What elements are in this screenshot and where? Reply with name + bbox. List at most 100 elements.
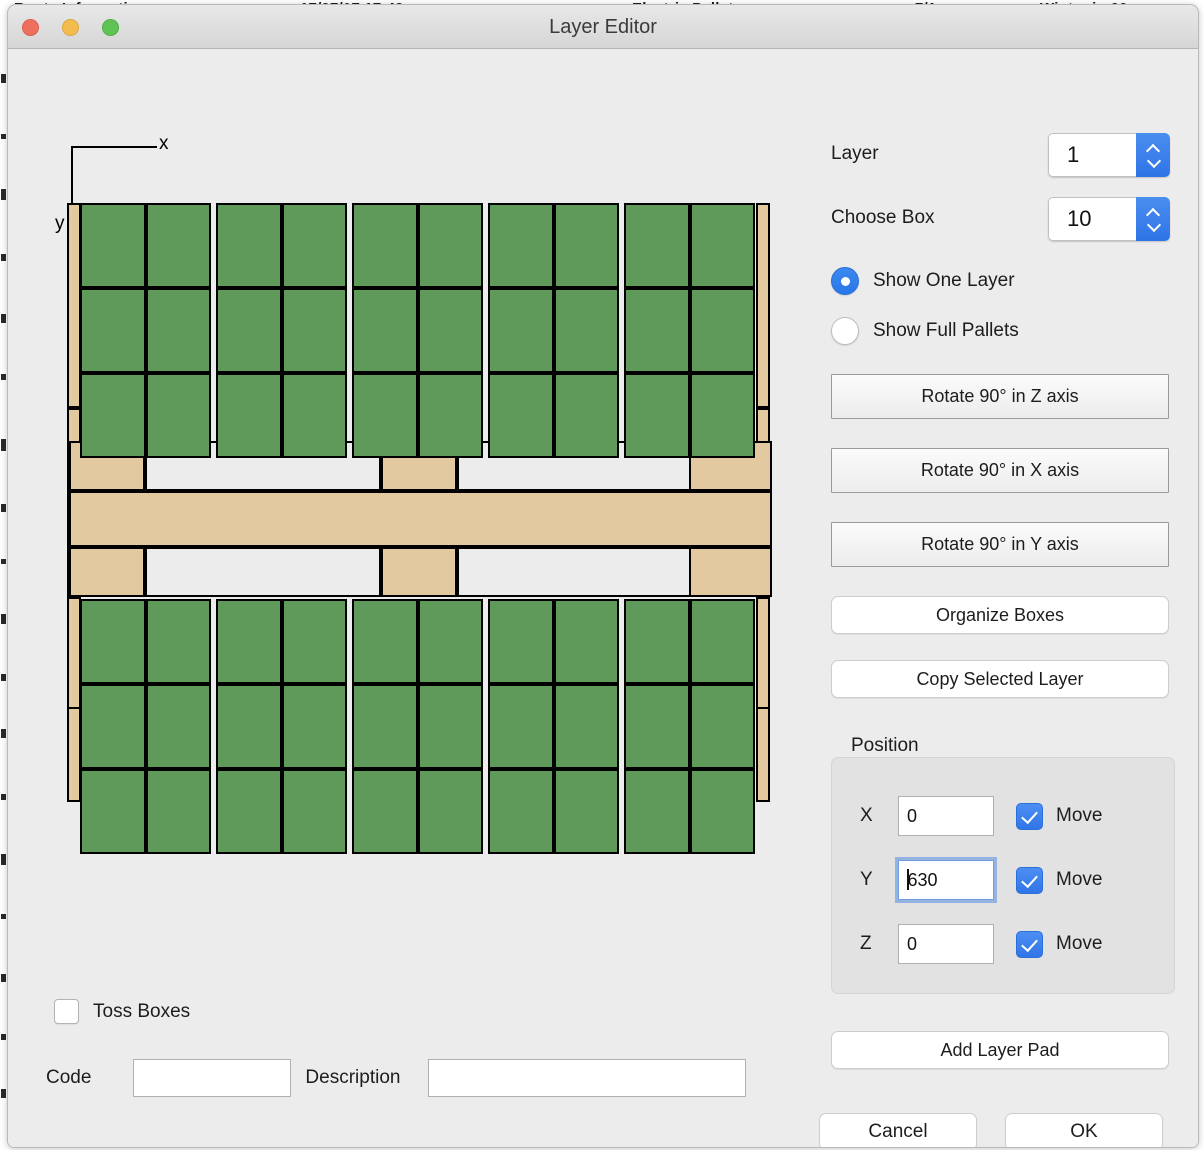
pallet-box[interactable] (216, 373, 282, 458)
position-z-input[interactable]: 0 (898, 924, 994, 964)
pallet-box[interactable] (689, 684, 755, 769)
pallet-box[interactable] (281, 684, 347, 769)
choose-box-stepper[interactable]: 10 (1048, 197, 1170, 241)
choose-box-value[interactable]: 10 (1048, 197, 1136, 241)
pallet-box[interactable] (624, 599, 690, 684)
pallet-box[interactable] (281, 769, 347, 854)
pallet-box[interactable] (553, 203, 619, 288)
pallet-box[interactable] (689, 288, 755, 373)
pallet-box[interactable] (553, 769, 619, 854)
position-y-input[interactable]: 630 (895, 857, 997, 903)
pallet-box[interactable] (80, 599, 146, 684)
chevron-down-icon[interactable] (1147, 157, 1160, 165)
pallet-box[interactable] (80, 769, 146, 854)
choose-box-stepper-buttons[interactable] (1136, 197, 1170, 241)
pallet-box[interactable] (145, 203, 211, 288)
pallet-box[interactable] (80, 203, 146, 288)
pallet-box[interactable] (352, 373, 418, 458)
description-input[interactable] (428, 1059, 747, 1097)
pallet-box[interactable] (417, 599, 483, 684)
radio-button-icon[interactable] (831, 317, 859, 345)
pallet-box[interactable] (553, 288, 619, 373)
position-z-move-toggle[interactable]: Move (1016, 930, 1102, 958)
pallet-box[interactable] (488, 769, 554, 854)
pallet-box[interactable] (80, 288, 146, 373)
position-x-input[interactable]: 0 (898, 796, 994, 836)
pallet-box[interactable] (216, 599, 282, 684)
cancel-button[interactable]: Cancel (819, 1113, 977, 1147)
pallet-box[interactable] (80, 373, 146, 458)
code-input[interactable] (133, 1059, 292, 1097)
checkbox-checked-icon[interactable] (1016, 930, 1043, 958)
position-z-label: Z (860, 933, 872, 954)
pallet-graphic[interactable] (67, 201, 772, 854)
chevron-up-icon[interactable] (1147, 145, 1160, 153)
pallet-box[interactable] (488, 684, 554, 769)
pallet-box[interactable] (553, 373, 619, 458)
pallet-box[interactable] (689, 769, 755, 854)
pallet-box[interactable] (352, 203, 418, 288)
toss-boxes-row[interactable]: Toss Boxes (54, 999, 190, 1024)
pallet-box[interactable] (417, 373, 483, 458)
layer-stepper[interactable]: 1 (1048, 133, 1170, 177)
pallet-box[interactable] (352, 288, 418, 373)
position-y-move-toggle[interactable]: Move (1016, 866, 1102, 894)
layer-stepper-buttons[interactable] (1136, 133, 1170, 177)
pallet-box[interactable] (216, 288, 282, 373)
radio-show-full-pallets[interactable]: Show Full Pallets (831, 317, 1019, 345)
checkbox-checked-icon[interactable] (1016, 866, 1043, 894)
pallet-box[interactable] (281, 373, 347, 458)
pallet-box[interactable] (80, 684, 146, 769)
chevron-up-icon[interactable] (1147, 209, 1160, 217)
radio-show-one-layer[interactable]: Show One Layer (831, 267, 1015, 295)
pallet-box[interactable] (624, 769, 690, 854)
pallet-box[interactable] (352, 769, 418, 854)
pallet-box[interactable] (145, 599, 211, 684)
pallet-box[interactable] (145, 288, 211, 373)
pallet-box[interactable] (624, 373, 690, 458)
position-x-move-toggle[interactable]: Move (1016, 802, 1102, 830)
layer-value[interactable]: 1 (1048, 133, 1136, 177)
pallet-box[interactable] (689, 203, 755, 288)
pallet-box[interactable] (488, 373, 554, 458)
radio-button-selected-icon[interactable] (831, 267, 859, 295)
copy-selected-layer-button[interactable]: Copy Selected Layer (831, 660, 1169, 698)
pallet-board (69, 547, 145, 597)
pallet-box[interactable] (689, 599, 755, 684)
pallet-box[interactable] (216, 684, 282, 769)
pallet-box[interactable] (689, 373, 755, 458)
pallet-box[interactable] (216, 203, 282, 288)
pallet-box[interactable] (488, 599, 554, 684)
pallet-box[interactable] (417, 203, 483, 288)
pallet-box[interactable] (281, 599, 347, 684)
pallet-box[interactable] (281, 288, 347, 373)
pallet-box[interactable] (145, 684, 211, 769)
toss-boxes-checkbox[interactable] (54, 999, 79, 1024)
pallet-box[interactable] (553, 684, 619, 769)
pallet-box[interactable] (145, 373, 211, 458)
pallet-box[interactable] (488, 203, 554, 288)
pallet-box[interactable] (417, 769, 483, 854)
add-layer-pad-button[interactable]: Add Layer Pad (831, 1031, 1169, 1069)
pallet-box[interactable] (352, 599, 418, 684)
chevron-down-icon[interactable] (1147, 221, 1160, 229)
pallet-box[interactable] (553, 599, 619, 684)
pallet-box[interactable] (488, 288, 554, 373)
pallet-box[interactable] (417, 288, 483, 373)
rotate-y-button[interactable]: Rotate 90° in Y axis (831, 522, 1169, 567)
organize-boxes-button[interactable]: Organize Boxes (831, 596, 1169, 634)
pallet-box[interactable] (624, 684, 690, 769)
pallet-box[interactable] (216, 769, 282, 854)
pallet-box[interactable] (145, 769, 211, 854)
pallet-box[interactable] (624, 288, 690, 373)
pallet-box[interactable] (281, 203, 347, 288)
pallet-box[interactable] (624, 203, 690, 288)
ok-button[interactable]: OK (1005, 1113, 1163, 1147)
pallet-box[interactable] (417, 684, 483, 769)
rotate-z-button[interactable]: Rotate 90° in Z axis (831, 374, 1169, 419)
rotate-x-button[interactable]: Rotate 90° in X axis (831, 448, 1169, 493)
pallet-box[interactable] (352, 684, 418, 769)
pallet-layer-diagram[interactable]: x y (8, 49, 813, 969)
checkbox-checked-icon[interactable] (1016, 802, 1043, 830)
radio-show-full-pallets-label: Show Full Pallets (873, 320, 1019, 341)
